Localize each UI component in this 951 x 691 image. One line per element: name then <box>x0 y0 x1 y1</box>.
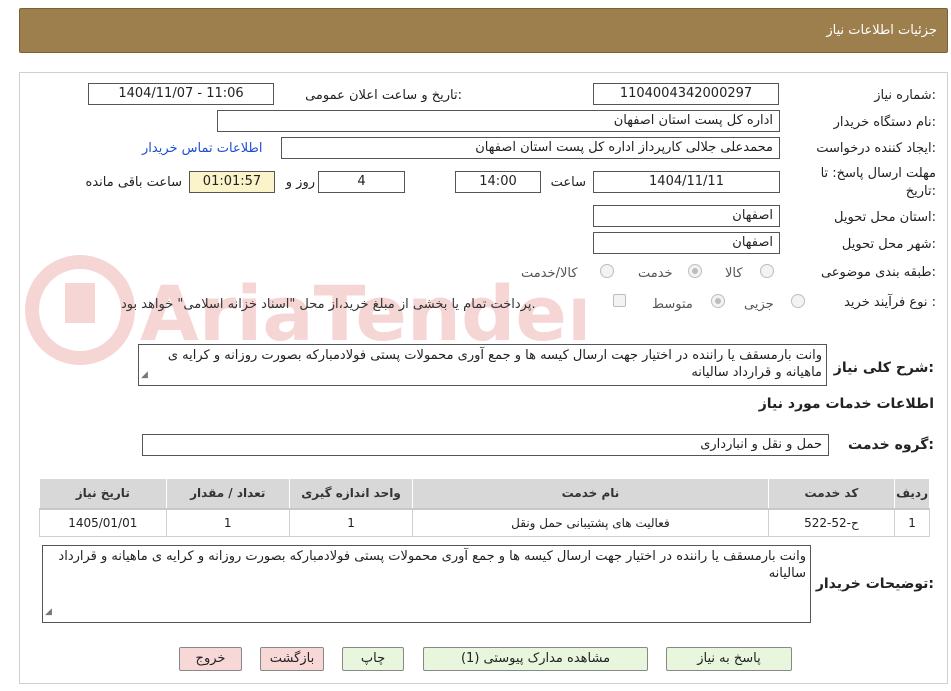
category-both-radio[interactable] <box>600 264 614 278</box>
description-label: شرح کلی نیاز: <box>833 360 934 376</box>
deadline-label: مهلت ارسال پاسخ: تا <box>820 166 936 181</box>
cell-code: ح-52-522 <box>767 508 896 537</box>
cell-name: فعالیت های پشتیبانی حمل ونقل <box>412 508 769 537</box>
category-goods-radio[interactable] <box>760 264 774 278</box>
deadline-label-date: تاریخ: <box>905 184 936 199</box>
exit-button[interactable]: خروج <box>179 647 242 671</box>
province-label: استان محل تحویل: <box>834 210 936 225</box>
description-textarea[interactable]: وانت بارمسقف یا راننده در اختیار جهت ارس… <box>138 344 827 386</box>
buyer-contact-link[interactable]: اطلاعات تماس خریدار <box>142 141 262 156</box>
announce-date-field: 1404/11/07 - 11:06 <box>88 83 274 105</box>
col-name-header: نام خدمت <box>412 478 769 510</box>
city-label: شهر محل تحویل: <box>841 237 936 252</box>
process-medium-radio[interactable] <box>711 294 725 308</box>
table-row: 1 ح-52-522 فعالیت های پشتیبانی حمل ونقل … <box>39 508 930 537</box>
requester-field: محمدعلی جلالی کارپرداز اداره کل پست استا… <box>281 137 780 159</box>
resize-handle-icon[interactable]: ◢ <box>141 367 148 384</box>
buyer-notes-label: توضیحات خریدار: <box>815 576 934 592</box>
view-attachments-button[interactable]: مشاهده مدارک پیوستی (1) <box>423 647 648 671</box>
province-field: اصفهان <box>593 205 780 227</box>
process-small-label: جزیی <box>744 297 774 312</box>
category-service-radio[interactable] <box>688 264 702 278</box>
buyer-notes-text: وانت بارمسقف یا راننده در اختیار جهت ارس… <box>58 549 806 581</box>
table-header-row: ردیف کد خدمت نام خدمت واحد اندازه گیری ت… <box>39 478 930 510</box>
buyer-org-field: اداره کل پست استان اصفهان <box>217 110 780 132</box>
category-service-label: خدمت <box>638 266 673 281</box>
service-group-label: گروه خدمت: <box>848 437 934 453</box>
deadline-time-label: ساعت <box>550 175 586 190</box>
process-small-radio[interactable] <box>791 294 805 308</box>
remaining-days-field: 4 <box>318 171 405 193</box>
announce-date-label: تاریخ و ساعت اعلان عمومی: <box>305 88 462 103</box>
treasury-payment-checkbox[interactable] <box>613 294 626 307</box>
deadline-time-field: 14:00 <box>455 171 541 193</box>
category-both-label: کالا/خدمت <box>521 266 578 281</box>
service-group-field: حمل و نقل و انبارداری <box>142 434 829 456</box>
services-table: ردیف کد خدمت نام خدمت واحد اندازه گیری ت… <box>39 478 930 537</box>
process-medium-label: متوسط <box>652 297 693 312</box>
remaining-time-field: 01:01:57 <box>189 171 275 193</box>
category-label: طبقه بندی موضوعی: <box>820 265 936 280</box>
buyer-notes-textarea[interactable]: وانت بارمسقف یا راننده در اختیار جهت ارس… <box>42 545 811 623</box>
deadline-date-field: 1404/11/11 <box>593 171 780 193</box>
col-date-header: تاریخ نیاز <box>39 478 167 510</box>
back-button[interactable]: بازگشت <box>260 647 324 671</box>
city-field: اصفهان <box>593 232 780 254</box>
col-code-header: کد خدمت <box>767 478 896 510</box>
remaining-label: ساعت باقی مانده <box>85 175 182 190</box>
reply-button[interactable]: پاسخ به نیاز <box>666 647 792 671</box>
days-label: روز و <box>285 175 315 190</box>
cell-row: 1 <box>894 508 930 537</box>
cell-qty: 1 <box>165 508 290 537</box>
cell-date: 1405/01/01 <box>39 508 167 537</box>
col-unit-header: واحد اندازه گیری <box>288 478 414 510</box>
cell-unit: 1 <box>288 508 414 537</box>
col-qty-header: تعداد / مقدار <box>165 478 290 510</box>
page-header: جزئیات اطلاعات نیاز <box>19 8 948 53</box>
requester-label: ایجاد کننده درخواست: <box>816 141 936 156</box>
page-title: جزئیات اطلاعات نیاز <box>826 23 937 38</box>
print-button[interactable]: چاپ <box>342 647 404 671</box>
description-text: وانت بارمسقف یا راننده در اختیار جهت ارس… <box>167 348 822 380</box>
category-goods-label: کالا <box>725 266 743 281</box>
need-number-field: 1104004342000297 <box>593 83 779 105</box>
col-row-header: ردیف <box>894 478 930 510</box>
services-section-title: اطلاعات خدمات مورد نیاز <box>758 396 934 412</box>
resize-handle-icon[interactable]: ◢ <box>45 604 52 621</box>
treasury-payment-note: پرداخت تمام یا بخشی از مبلغ خرید،از محل … <box>121 297 536 312</box>
buyer-org-label: نام دستگاه خریدار: <box>833 115 936 130</box>
process-label: نوع فرآیند خرید : <box>844 295 936 310</box>
need-number-label: شماره نیاز: <box>874 88 936 103</box>
